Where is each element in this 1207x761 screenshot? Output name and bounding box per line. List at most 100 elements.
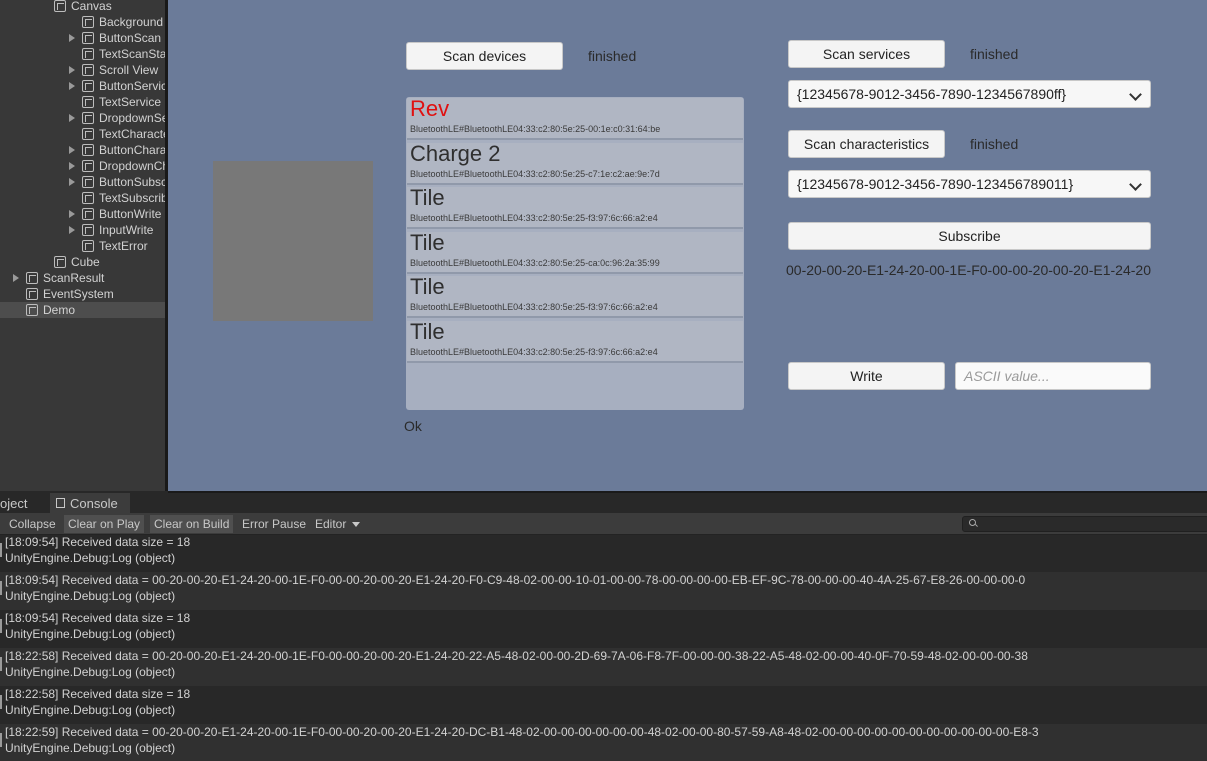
device-list-item[interactable]: Charge 2 BluetoothLE#BluetoothLE04:33:c2:…	[407, 140, 743, 185]
device-name: Rev	[410, 96, 450, 121]
hierarchy-item[interactable]: ButtonScan	[0, 30, 165, 46]
gameobject-icon	[54, 256, 66, 268]
write-button[interactable]: Write	[788, 362, 945, 390]
hierarchy-item[interactable]: ButtonWrite	[0, 206, 165, 222]
hierarchy-item[interactable]: TextSubscribe	[0, 190, 165, 206]
hierarchy-item[interactable]: InputWrite	[0, 222, 165, 238]
gameobject-icon	[82, 160, 94, 172]
gameobject-icon	[82, 64, 94, 76]
expand-arrow-icon[interactable]	[69, 114, 75, 122]
expand-arrow-icon[interactable]	[69, 210, 75, 218]
device-id: BluetoothLE#BluetoothLE04:33:c2:80:5e:25…	[410, 346, 658, 357]
hierarchy-item[interactable]: Cube	[0, 254, 165, 270]
log-marker	[0, 657, 2, 671]
gameobject-icon	[82, 128, 94, 140]
gameobject-icon	[82, 176, 94, 188]
hierarchy-item-label: Scroll View	[99, 63, 159, 77]
device-list-item[interactable]: Tile BluetoothLE#BluetoothLE04:33:c2:80:5…	[407, 185, 743, 229]
gameobject-icon	[26, 272, 38, 284]
device-id: BluetoothLE#BluetoothLE04:33:c2:80:5e:25…	[410, 124, 661, 134]
log-message: [18:22:59] Received data = 00-20-00-20-E…	[5, 725, 1039, 739]
scan-status-text: finished	[588, 48, 637, 64]
device-list-item[interactable]: Tile BluetoothLE#BluetoothLE04:33:c2:80:5…	[407, 274, 743, 318]
hierarchy-item-label: Cube	[71, 255, 100, 269]
error-pause-toggle[interactable]: Error Pause	[238, 515, 310, 533]
editor-dropdown[interactable]: Editor	[311, 515, 364, 533]
expand-arrow-icon[interactable]	[69, 162, 75, 170]
scan-characteristics-button[interactable]: Scan characteristics	[788, 130, 945, 158]
log-source: UnityEngine.Debug:Log (object)	[5, 703, 176, 717]
scan-services-button[interactable]: Scan services	[788, 40, 945, 68]
expand-arrow-icon[interactable]	[69, 34, 75, 42]
log-source: UnityEngine.Debug:Log (object)	[5, 589, 176, 603]
hierarchy-item[interactable]: TextCharacterist	[0, 126, 165, 142]
gameobject-icon	[82, 112, 94, 124]
clear-on-play-toggle[interactable]: Clear on Play	[64, 515, 145, 533]
log-marker	[0, 543, 2, 557]
expand-arrow-icon[interactable]	[69, 66, 75, 74]
scan-devices-button[interactable]: Scan devices	[406, 42, 563, 70]
log-entry[interactable]: [18:22:58] Received data size = 18 UnityE…	[0, 686, 1207, 724]
write-input[interactable]: ASCII value...	[955, 362, 1151, 390]
hierarchy-item[interactable]: TextError	[0, 238, 165, 254]
characteristic-dropdown[interactable]: {12345678-9012-3456-7890-123456789011}	[788, 170, 1151, 198]
hierarchy-item[interactable]: Background	[0, 14, 165, 30]
tab-console-label: Console	[70, 496, 118, 511]
device-name: Charge 2	[410, 140, 501, 166]
search-icon	[969, 519, 976, 526]
log-entry[interactable]: [18:09:54] Received data = 00-20-00-20-E…	[0, 572, 1207, 610]
device-id: BluetoothLE#BluetoothLE04:33:c2:80:5e:25…	[410, 168, 660, 179]
hierarchy-item[interactable]: ButtonService	[0, 78, 165, 94]
console-search-input[interactable]	[962, 516, 1207, 532]
service-dropdown[interactable]: {12345678-9012-3456-7890-1234567890ff}	[788, 80, 1151, 108]
device-name: Tile	[410, 274, 445, 299]
log-message: [18:09:54] Received data = 00-20-00-20-E…	[5, 573, 1026, 587]
clear-on-build-toggle[interactable]: Clear on Build	[150, 515, 234, 533]
hierarchy-item[interactable]: TextService	[0, 94, 165, 110]
tab-project[interactable]: oject	[0, 493, 50, 513]
device-list-item[interactable]: Tile BluetoothLE#BluetoothLE04:33:c2:80:5…	[407, 319, 743, 363]
hierarchy-item[interactable]: ScanResult	[0, 270, 165, 286]
hierarchy-item[interactable]: DropdownChara	[0, 158, 165, 174]
hierarchy-item-label: DropdownChara	[99, 159, 165, 173]
log-entry[interactable]: [18:09:54] Received data size = 18 UnityE…	[0, 610, 1207, 648]
log-marker	[0, 733, 2, 747]
expand-arrow-icon[interactable]	[13, 274, 19, 282]
gameobject-icon	[26, 288, 38, 300]
log-marker	[0, 581, 2, 595]
hierarchy-item[interactable]: Canvas	[0, 0, 165, 14]
hierarchy-item-label: DropdownServic	[99, 111, 165, 125]
hierarchy-item[interactable]: Demo	[0, 302, 165, 318]
subscribe-text: 00-20-00-20-E1-24-20-00-1E-F0-00-00-20-0…	[786, 262, 1151, 278]
device-id: BluetoothLE#BluetoothLE04:33:c2:80:5e:25…	[410, 302, 658, 312]
hierarchy-item[interactable]: EventSystem	[0, 286, 165, 302]
hierarchy-item[interactable]: DropdownServic	[0, 110, 165, 126]
chevron-down-icon	[1129, 88, 1142, 101]
expand-arrow-icon[interactable]	[69, 178, 75, 186]
hierarchy-item[interactable]: Scroll View	[0, 62, 165, 78]
hierarchy-item-label: TextScanStatus	[99, 47, 165, 61]
expand-arrow-icon[interactable]	[69, 82, 75, 90]
hierarchy-item[interactable]: ButtonSubscribe	[0, 174, 165, 190]
expand-arrow-icon[interactable]	[69, 226, 75, 234]
characteristic-dropdown-value: {12345678-9012-3456-7890-123456789011}	[797, 176, 1074, 192]
console-log-list[interactable]: [18:09:54] Received data size = 18 UnityE…	[0, 534, 1207, 761]
cube-preview	[213, 161, 373, 321]
expand-arrow-icon[interactable]	[69, 146, 75, 154]
console-toolbar: Collapse Clear on Play Clear on Build Er…	[0, 513, 1207, 535]
device-list-item[interactable]: Rev BluetoothLE#BluetoothLE04:33:c2:80:5e…	[407, 96, 743, 140]
collapse-button[interactable]: Collapse	[5, 515, 60, 533]
hierarchy-item-label: Canvas	[71, 0, 112, 13]
log-entry[interactable]: [18:22:59] Received data = 00-20-00-20-E…	[0, 724, 1207, 761]
hierarchy-item[interactable]: TextScanStatus	[0, 46, 165, 62]
log-entry[interactable]: [18:09:54] Received data size = 18 UnityE…	[0, 534, 1207, 572]
log-entry[interactable]: [18:22:58] Received data = 00-20-00-20-E…	[0, 648, 1207, 686]
log-marker	[0, 695, 2, 709]
hierarchy-item[interactable]: ButtonCharacter	[0, 142, 165, 158]
device-scroll-view[interactable]: Rev BluetoothLE#BluetoothLE04:33:c2:80:5e…	[406, 96, 744, 410]
subscribe-button[interactable]: Subscribe	[788, 222, 1151, 250]
device-list-item[interactable]: Tile BluetoothLE#BluetoothLE04:33:c2:80:5…	[407, 230, 743, 274]
editor-dropdown-label: Editor	[315, 517, 347, 531]
hierarchy-item-label: TextError	[99, 239, 148, 253]
tab-console[interactable]: Console	[50, 493, 130, 513]
